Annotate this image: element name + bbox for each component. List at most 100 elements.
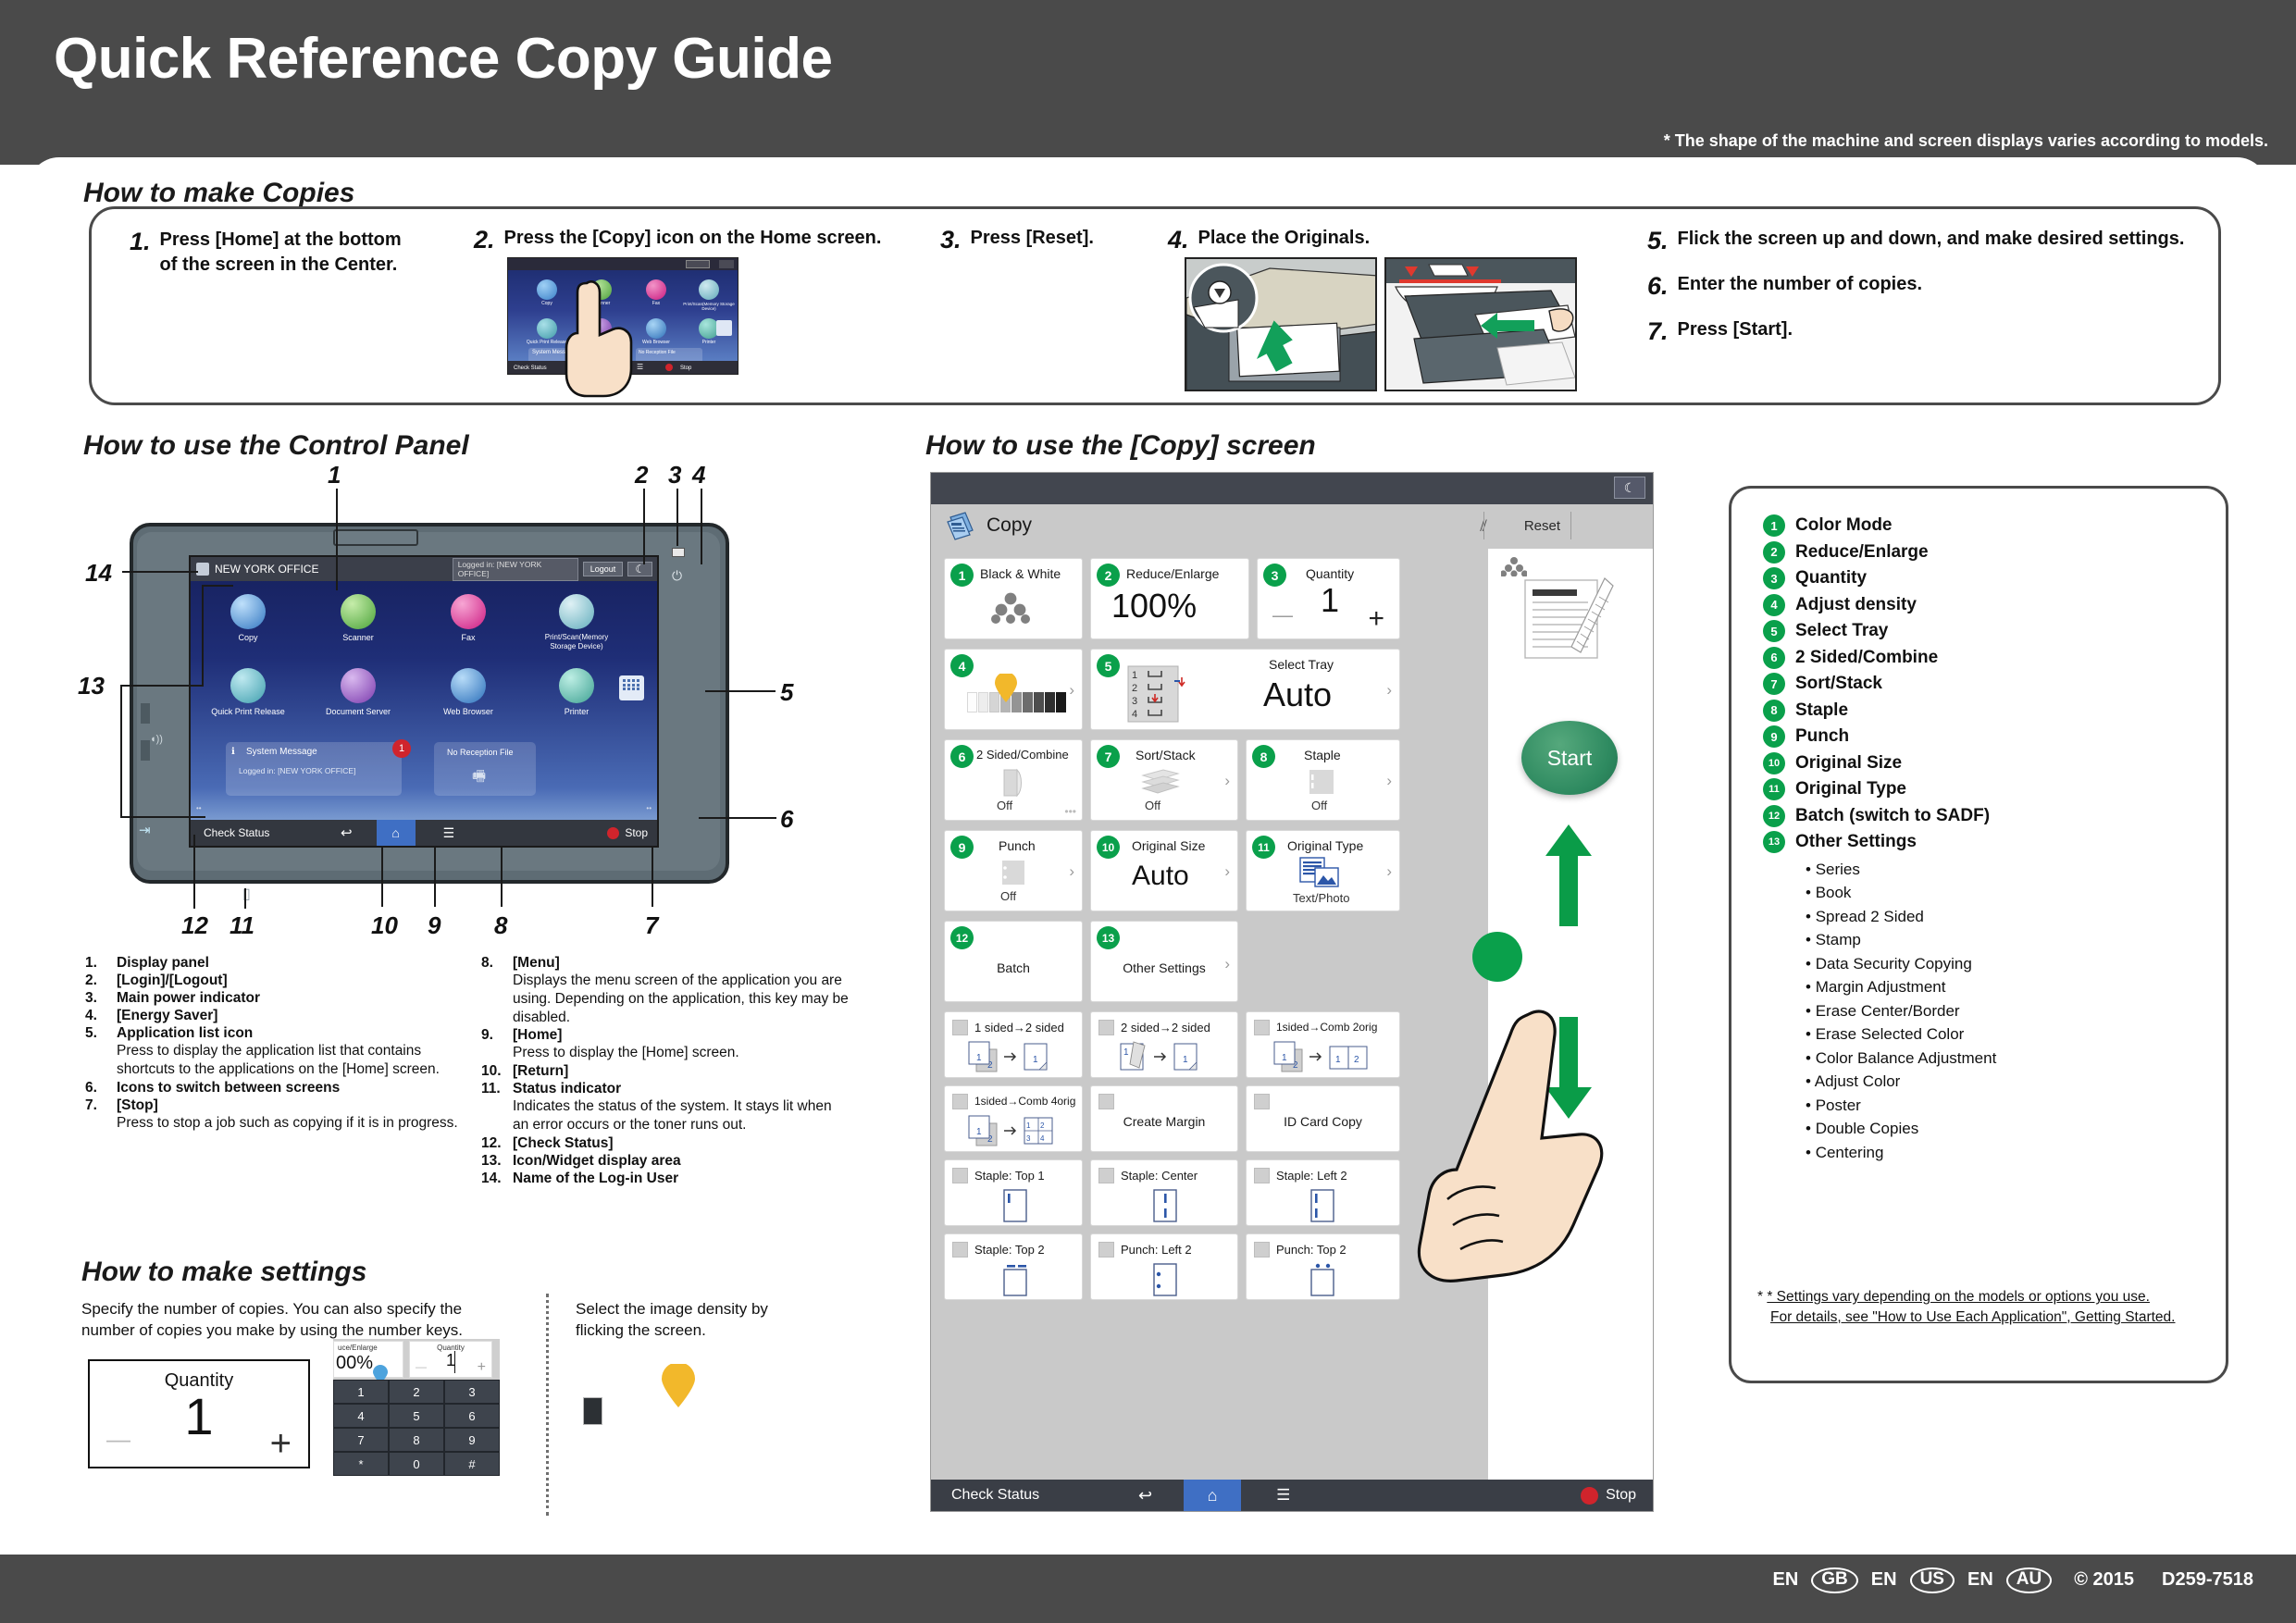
tile-sort-stack[interactable]: 7 Sort/Stack Off › <box>1090 739 1238 821</box>
display-panel[interactable]: NEW YORK OFFICE Logged in: [NEW YORK OFF… <box>189 555 659 848</box>
option-1sided-comb4[interactable]: 1sided→Comb 4orig 2 1 1 2 3 4 <box>944 1085 1083 1152</box>
tile-original-size[interactable]: 10 Original Size Auto › <box>1090 830 1238 911</box>
option-4-checkbox[interactable] <box>952 1094 968 1109</box>
start-button[interactable]: Start <box>1521 721 1618 795</box>
option-punch-top2[interactable]: Punch: Top 2 <box>1246 1233 1400 1300</box>
tile-adjust-density[interactable]: 4 › <box>944 649 1083 730</box>
option-6-checkbox[interactable] <box>1254 1094 1270 1109</box>
check-status-button[interactable]: Check Status <box>204 826 324 839</box>
option-11-checkbox[interactable] <box>1098 1242 1114 1258</box>
option-1sided-2sided[interactable]: 1 sided→2 sided 2 1 1 <box>944 1011 1083 1078</box>
app-icon-fax[interactable] <box>451 594 486 629</box>
tile-other-settings[interactable]: 13 Other Settings › <box>1090 921 1238 1002</box>
tile-11-chevron-icon[interactable]: › <box>1386 862 1392 881</box>
app-icon-quick-print-release[interactable] <box>230 668 266 703</box>
quantity-minus-button[interactable]: — <box>106 1425 130 1454</box>
key-7[interactable]: 7 <box>333 1428 389 1452</box>
option-10-checkbox[interactable] <box>952 1242 968 1258</box>
quantity-small-minus[interactable]: — <box>416 1360 427 1373</box>
stop-icon[interactable] <box>607 826 620 839</box>
screen-switch-dots-right[interactable]: •• <box>646 804 652 812</box>
tile-reduce-enlarge[interactable]: 2 Reduce/Enlarge 100% <box>1090 558 1249 639</box>
option-staple-center[interactable]: Staple: Center <box>1090 1159 1238 1226</box>
app-icon-scanner[interactable] <box>341 594 376 629</box>
tile-3-plus[interactable]: + <box>1368 603 1384 635</box>
return-icon[interactable]: ↩ <box>341 824 353 841</box>
tile-8-chevron-icon[interactable]: › <box>1386 772 1392 790</box>
option-1sided-comb2[interactable]: 1sided→Comb 2orig 2 1 1 2 <box>1246 1011 1400 1078</box>
density-swatch-7[interactable] <box>583 1397 602 1425</box>
key-3[interactable]: 3 <box>444 1380 500 1404</box>
key-hash[interactable]: # <box>444 1452 500 1476</box>
option-9-checkbox[interactable] <box>1254 1168 1270 1183</box>
copy-check-status-button[interactable]: Check Status <box>951 1487 1109 1504</box>
key-0[interactable]: 0 <box>389 1452 444 1476</box>
quantity-plus-button[interactable]: + <box>270 1423 292 1465</box>
quantity-small-plus[interactable]: + <box>478 1359 486 1376</box>
copy-return-icon[interactable]: ↩ <box>1138 1486 1152 1505</box>
tile-10-chevron-icon[interactable]: › <box>1224 862 1230 881</box>
key-8[interactable]: 8 <box>389 1428 444 1452</box>
copy-menu-icon[interactable]: ☰ <box>1276 1486 1290 1505</box>
key-1[interactable]: 1 <box>333 1380 389 1404</box>
tile-color-mode[interactable]: 1 Black & White <box>944 558 1083 639</box>
tile-6-more-icon[interactable]: ••• <box>1064 805 1076 818</box>
tile-4-chevron-icon[interactable]: › <box>1069 681 1074 700</box>
option-id-card-copy[interactable]: ID Card Copy <box>1246 1085 1400 1152</box>
app-icon-print-scan[interactable] <box>559 594 594 629</box>
keypad-grid[interactable]: 1 2 3 4 5 6 7 8 9 * 0 # <box>333 1380 500 1476</box>
option-7-checkbox[interactable] <box>952 1168 968 1183</box>
option-staple-top1[interactable]: Staple: Top 1 <box>944 1159 1083 1226</box>
key-4[interactable]: 4 <box>333 1404 389 1428</box>
logout-button[interactable]: Logout <box>582 562 624 576</box>
option-staple-left2[interactable]: Staple: Left 2 <box>1246 1159 1400 1226</box>
copy-screen: ☾ Copy ⫽ Reset <box>930 472 1654 1512</box>
key-5[interactable]: 5 <box>389 1404 444 1428</box>
key-2[interactable]: 2 <box>389 1380 444 1404</box>
option-1-checkbox[interactable] <box>952 1020 968 1035</box>
stop-label[interactable]: Stop <box>625 826 648 839</box>
energy-saver-icon[interactable]: ☾ <box>627 562 652 576</box>
option-5-checkbox[interactable] <box>1098 1094 1114 1109</box>
quantity-tile-zoom[interactable]: Quantity 1 — + <box>88 1359 310 1468</box>
app-icon-document-server[interactable] <box>341 668 376 703</box>
screen-switch-dots-left[interactable]: •• <box>196 804 202 812</box>
key-6[interactable]: 6 <box>444 1404 500 1428</box>
tile-original-type[interactable]: 11 Original Type Text/Photo › <box>1246 830 1400 911</box>
option-create-margin[interactable]: Create Margin <box>1090 1085 1238 1152</box>
tile-staple[interactable]: 8 Staple Off › <box>1246 739 1400 821</box>
tile-punch[interactable]: 9 Punch Off › <box>944 830 1083 911</box>
option-2sided-2sided[interactable]: 2 sided→2 sided 1 2 1 <box>1090 1011 1238 1078</box>
tile-7-chevron-icon[interactable]: › <box>1224 772 1230 790</box>
quantity-small-tile[interactable]: Quantity 1 — + <box>409 1341 492 1378</box>
option-2-checkbox[interactable] <box>1098 1020 1114 1035</box>
tile-13-chevron-icon[interactable]: › <box>1224 955 1230 973</box>
option-8-checkbox[interactable] <box>1098 1168 1114 1183</box>
tile-quantity[interactable]: 3 Quantity 1 — + <box>1257 558 1400 639</box>
copy-home-icon[interactable]: ⌂ <box>1184 1480 1242 1511</box>
option-staple-top2[interactable]: Staple: Top 2 <box>944 1233 1083 1300</box>
tile-5-chevron-icon[interactable]: › <box>1386 681 1392 700</box>
key-9[interactable]: 9 <box>444 1428 500 1452</box>
application-list-icon[interactable] <box>619 675 644 700</box>
tile-3-minus[interactable]: — <box>1272 603 1293 627</box>
tile-select-tray[interactable]: 5 1 2 3 4 Select Tray Auto › <box>1090 649 1400 730</box>
reduce-enlarge-partial-tile[interactable]: uce/Enlarge 00% <box>333 1341 403 1378</box>
tile-2sided-combine[interactable]: 6 2 Sided/Combine Off ••• <box>944 739 1083 821</box>
option-12-checkbox[interactable] <box>1254 1242 1270 1258</box>
copy-energy-saver-icon[interactable]: ☾ <box>1614 477 1645 499</box>
app-icon-printer[interactable] <box>559 668 594 703</box>
legend-5-desc: Press to display the application list th… <box>117 1043 440 1077</box>
menu-icon[interactable]: ☰ <box>443 825 455 841</box>
app-icon-copy[interactable] <box>230 594 266 629</box>
reset-button[interactable]: Reset <box>1524 518 1560 534</box>
copy-stop-icon[interactable] <box>1581 1486 1599 1505</box>
home-icon[interactable]: ⌂ <box>376 820 416 846</box>
tile-batch[interactable]: 12 Batch <box>944 921 1083 1002</box>
option-punch-left2[interactable]: Punch: Left 2 <box>1090 1233 1238 1300</box>
app-icon-web-browser[interactable] <box>451 668 486 703</box>
tile-9-chevron-icon[interactable]: › <box>1069 862 1074 881</box>
key-star[interactable]: * <box>333 1452 389 1476</box>
option-3-checkbox[interactable] <box>1254 1020 1270 1035</box>
copy-stop-label[interactable]: Stop <box>1606 1487 1636 1504</box>
